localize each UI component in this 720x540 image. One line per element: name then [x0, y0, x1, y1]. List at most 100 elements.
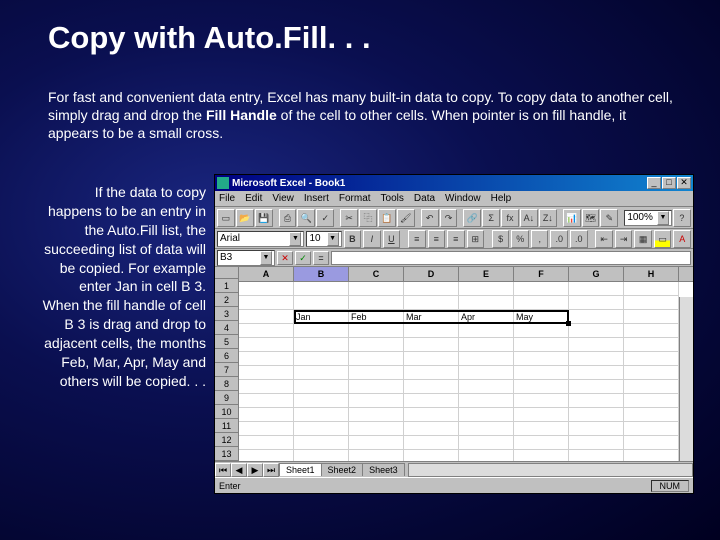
col-header[interactable]: E [459, 267, 514, 281]
save-icon[interactable]: 💾 [255, 209, 273, 227]
decrease-decimal-icon[interactable]: .0 [570, 230, 588, 248]
hyperlink-icon[interactable]: 🔗 [463, 209, 481, 227]
tab-nav-prev-icon[interactable]: ◀ [231, 463, 247, 477]
autosum-icon[interactable]: Σ [482, 209, 500, 227]
merge-icon[interactable]: ⊞ [467, 230, 485, 248]
fill-color-icon[interactable]: ▭ [654, 230, 672, 248]
menu-view[interactable]: View [272, 193, 294, 204]
row-header[interactable]: 5 [215, 335, 238, 349]
row-header[interactable]: 3 [215, 307, 238, 321]
preview-icon[interactable]: 🔍 [297, 209, 315, 227]
vertical-scrollbar[interactable] [679, 297, 693, 461]
cell-b3[interactable]: Jan [294, 310, 349, 324]
row-header[interactable]: 10 [215, 405, 238, 419]
chart-icon[interactable]: 📊 [563, 209, 581, 227]
chevron-down-icon[interactable]: ▼ [260, 251, 272, 265]
sheet-tab-1[interactable]: Sheet1 [279, 463, 322, 476]
row-header[interactable]: 1 [215, 279, 238, 293]
row-header[interactable]: 7 [215, 363, 238, 377]
sort-asc-icon[interactable]: A↓ [520, 209, 538, 227]
map-icon[interactable]: 🗺 [582, 209, 600, 227]
redo-icon[interactable]: ↷ [440, 209, 458, 227]
row-header[interactable]: 2 [215, 293, 238, 307]
col-header[interactable]: A [239, 267, 294, 281]
horizontal-scrollbar[interactable] [408, 463, 693, 477]
paste-icon[interactable]: 📋 [378, 209, 396, 227]
row-header[interactable]: 11 [215, 419, 238, 433]
indent-inc-icon[interactable]: ⇥ [615, 230, 633, 248]
maximize-button[interactable]: □ [662, 177, 676, 189]
open-icon[interactable]: 📂 [236, 209, 254, 227]
menu-file[interactable]: File [219, 193, 235, 204]
row-header[interactable]: 9 [215, 391, 238, 405]
row-header[interactable]: 12 [215, 433, 238, 447]
menu-help[interactable]: Help [491, 193, 512, 204]
col-header[interactable]: D [404, 267, 459, 281]
confirm-edit-icon[interactable]: ✓ [295, 251, 311, 265]
cell[interactable] [239, 310, 294, 324]
sort-desc-icon[interactable]: Z↓ [539, 209, 557, 227]
italic-button[interactable]: I [363, 230, 381, 248]
menu-data[interactable]: Data [414, 193, 435, 204]
cell-f3[interactable]: May [514, 310, 569, 324]
menu-window[interactable]: Window [445, 193, 481, 204]
minimize-button[interactable]: _ [647, 177, 661, 189]
fill-handle[interactable] [566, 321, 571, 326]
col-header[interactable]: H [624, 267, 679, 281]
col-header[interactable]: G [569, 267, 624, 281]
indent-dec-icon[interactable]: ⇤ [595, 230, 613, 248]
cells-region[interactable]: Jan Feb Mar Apr May [239, 282, 693, 461]
close-button[interactable]: ✕ [677, 177, 691, 189]
tab-nav-next-icon[interactable]: ▶ [247, 463, 263, 477]
cell-e3[interactable]: Apr [459, 310, 514, 324]
menu-edit[interactable]: Edit [245, 193, 262, 204]
row-header[interactable]: 8 [215, 377, 238, 391]
row-header[interactable]: 13 [215, 447, 238, 461]
print-icon[interactable]: ⎙ [279, 209, 297, 227]
row-header[interactable]: 4 [215, 321, 238, 335]
col-header[interactable]: F [514, 267, 569, 281]
font-combo[interactable]: Arial ▼ [217, 231, 304, 247]
tab-nav-last-icon[interactable]: ⏭ [263, 463, 279, 477]
cell[interactable] [624, 310, 679, 324]
percent-icon[interactable]: % [511, 230, 529, 248]
align-left-icon[interactable]: ≡ [408, 230, 426, 248]
formula-input[interactable] [331, 251, 691, 265]
underline-button[interactable]: U [383, 230, 401, 248]
comma-icon[interactable]: , [531, 230, 549, 248]
format-painter-icon[interactable]: 🖌 [397, 209, 415, 227]
bold-button[interactable]: B [344, 230, 362, 248]
cell-c3[interactable]: Feb [349, 310, 404, 324]
align-center-icon[interactable]: ≡ [428, 230, 446, 248]
chevron-down-icon[interactable]: ▼ [289, 232, 301, 246]
new-icon[interactable]: ▭ [217, 209, 235, 227]
row-header[interactable]: 6 [215, 349, 238, 363]
sheet-tab-3[interactable]: Sheet3 [362, 463, 405, 476]
font-color-icon[interactable]: A [673, 230, 691, 248]
sheet-tab-2[interactable]: Sheet2 [321, 463, 364, 476]
col-header[interactable]: C [349, 267, 404, 281]
undo-icon[interactable]: ↶ [421, 209, 439, 227]
fontsize-combo[interactable]: 10 ▼ [306, 231, 341, 247]
drawing-icon[interactable]: ✎ [600, 209, 618, 227]
zoom-combo[interactable]: 100% ▼ [624, 210, 672, 226]
function-icon[interactable]: fx [501, 209, 519, 227]
currency-icon[interactable]: $ [492, 230, 510, 248]
chevron-down-icon[interactable]: ▼ [327, 232, 339, 246]
tab-nav-first-icon[interactable]: ⏮ [215, 463, 231, 477]
col-header[interactable]: B [294, 267, 349, 281]
select-all-corner[interactable] [215, 267, 238, 279]
menu-insert[interactable]: Insert [304, 193, 329, 204]
cut-icon[interactable]: ✂ [340, 209, 358, 227]
help-icon[interactable]: ? [673, 209, 691, 227]
increase-decimal-icon[interactable]: .0 [550, 230, 568, 248]
cell[interactable] [569, 310, 624, 324]
menu-format[interactable]: Format [339, 193, 371, 204]
spellcheck-icon[interactable]: ✓ [316, 209, 334, 227]
equals-button[interactable]: = [313, 251, 329, 265]
align-right-icon[interactable]: ≡ [447, 230, 465, 248]
borders-icon[interactable]: ▦ [634, 230, 652, 248]
copy-icon[interactable]: ⿻ [359, 209, 377, 227]
name-box[interactable]: B3 ▼ [217, 250, 275, 266]
cell-d3[interactable]: Mar [404, 310, 459, 324]
